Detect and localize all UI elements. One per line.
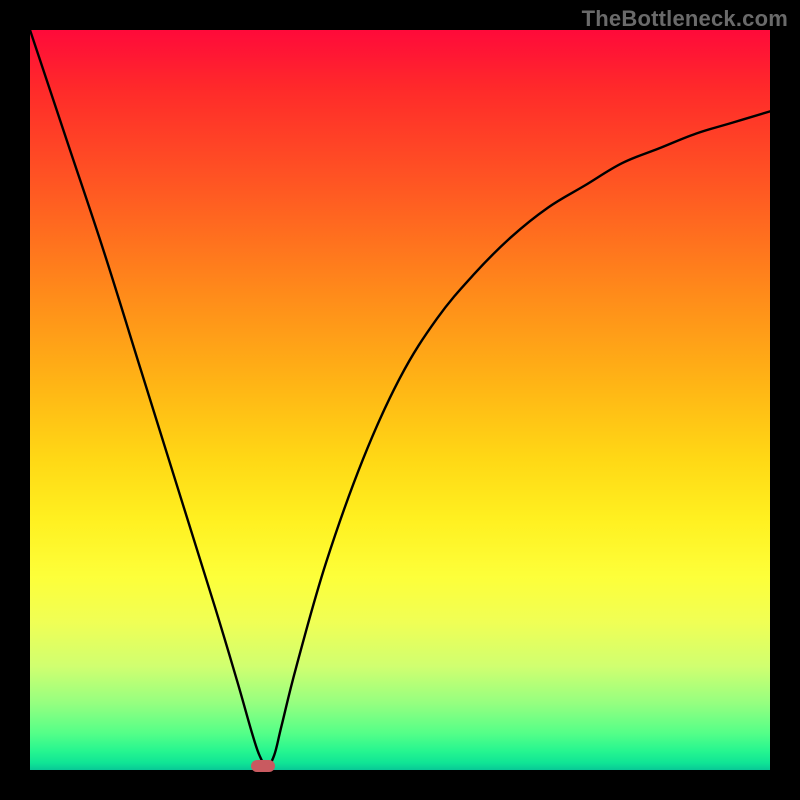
plot-area	[30, 30, 770, 770]
watermark-text: TheBottleneck.com	[582, 6, 788, 32]
optimal-point-marker	[251, 760, 275, 772]
chart-frame: TheBottleneck.com	[0, 0, 800, 800]
bottleneck-curve	[30, 30, 770, 770]
